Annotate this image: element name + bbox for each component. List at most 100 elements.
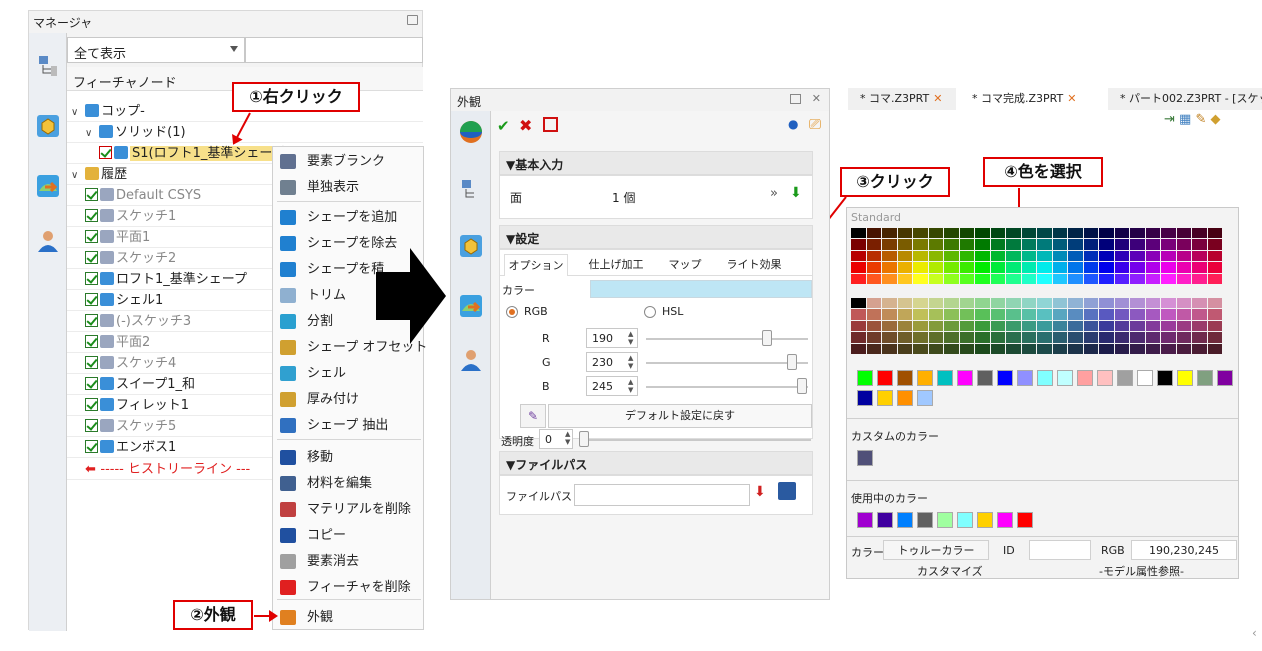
palette-swatch[interactable] — [851, 332, 866, 343]
color-swatch[interactable] — [1017, 370, 1033, 386]
palette-swatch[interactable] — [1099, 273, 1114, 284]
palette-swatch[interactable] — [1176, 250, 1191, 262]
palette-swatch[interactable] — [882, 298, 897, 309]
visibility-checkbox[interactable] — [85, 419, 98, 432]
palette-swatch[interactable] — [990, 239, 1005, 250]
palette-swatch[interactable] — [1068, 343, 1083, 354]
visibility-checkbox[interactable] — [85, 440, 98, 453]
close-icon[interactable]: ✕ — [812, 92, 821, 105]
pencil-icon[interactable]: ✎ — [1195, 112, 1206, 127]
ok-icon[interactable]: ✔ — [497, 117, 510, 135]
color-swatch[interactable] — [1217, 370, 1233, 386]
color-swatch[interactable] — [1037, 370, 1053, 386]
palette-swatch[interactable] — [1130, 250, 1145, 262]
palette-swatch[interactable] — [1099, 309, 1114, 320]
color-swatch[interactable] — [997, 370, 1013, 386]
palette-swatch[interactable] — [897, 262, 912, 273]
palette-swatch[interactable] — [1161, 309, 1176, 320]
palette-swatch[interactable] — [1145, 320, 1160, 332]
palette-swatch[interactable] — [928, 332, 943, 343]
menu-item[interactable]: 要素消去 — [273, 549, 423, 574]
palette-swatch[interactable] — [851, 273, 866, 284]
palette-swatch[interactable] — [975, 273, 990, 284]
close-icon[interactable]: ✕ — [933, 92, 942, 105]
visibility-checkbox[interactable] — [85, 377, 98, 390]
palette-swatch[interactable] — [1052, 228, 1067, 239]
palette-swatch[interactable] — [1083, 332, 1098, 343]
palette-swatch[interactable] — [1207, 309, 1222, 320]
import-icon[interactable] — [458, 293, 484, 319]
palette-swatch[interactable] — [1145, 228, 1160, 239]
palette-swatch[interactable] — [1021, 228, 1036, 239]
palette-swatch[interactable] — [1037, 343, 1052, 354]
palette-swatch[interactable] — [882, 343, 897, 354]
palette-swatch[interactable] — [882, 309, 897, 320]
palette-swatch[interactable] — [1052, 250, 1067, 262]
model-attribute-ref-label[interactable]: -モデル属性参照- — [1099, 563, 1184, 579]
palette-swatch[interactable] — [959, 309, 974, 320]
palette-swatch[interactable] — [1192, 298, 1207, 309]
chevron-down-icon[interactable]: ∨ — [71, 165, 81, 186]
color-swatch[interactable] — [1097, 370, 1113, 386]
palette-swatch[interactable] — [1176, 309, 1191, 320]
r-slider-thumb[interactable] — [761, 330, 772, 346]
palette-swatch[interactable] — [1114, 320, 1129, 332]
palette-swatch[interactable] — [882, 262, 897, 273]
palette-swatch[interactable] — [1130, 343, 1145, 354]
b-slider-track[interactable] — [646, 386, 808, 388]
palette-swatch[interactable] — [959, 343, 974, 354]
palette-swatch[interactable] — [882, 239, 897, 250]
palette-swatch[interactable] — [882, 273, 897, 284]
cancel-icon[interactable]: ✖ — [519, 116, 532, 135]
palette-swatch[interactable] — [866, 273, 881, 284]
doc-tab[interactable]: * コマ.Z3PRT ✕ — [848, 88, 956, 110]
palette-swatch[interactable] — [1114, 262, 1129, 273]
transparency-slider-track[interactable] — [581, 439, 811, 441]
palette-swatch[interactable] — [1068, 273, 1083, 284]
visibility-checkbox[interactable] — [85, 272, 98, 285]
color-swatch[interactable] — [1077, 370, 1093, 386]
palette-swatch[interactable] — [928, 250, 943, 262]
palette-swatch[interactable] — [1161, 273, 1176, 284]
palette-swatch[interactable] — [1052, 343, 1067, 354]
basic-input-section[interactable]: ▼基本入力 — [499, 151, 813, 175]
palette-swatch[interactable] — [913, 298, 928, 309]
palette-swatch[interactable] — [990, 262, 1005, 273]
view-icon[interactable] — [35, 113, 61, 139]
color-swatch[interactable] — [917, 370, 933, 386]
palette-swatch[interactable] — [1099, 332, 1114, 343]
palette-swatch[interactable] — [851, 343, 866, 354]
color-swatch[interactable] — [857, 512, 873, 528]
palette-swatch[interactable] — [913, 332, 928, 343]
palette-swatch[interactable] — [1145, 343, 1160, 354]
palette-swatch[interactable] — [1176, 273, 1191, 284]
palette-swatch[interactable] — [1037, 273, 1052, 284]
palette-swatch[interactable] — [1207, 262, 1222, 273]
palette-swatch[interactable] — [975, 332, 990, 343]
color-swatch[interactable] — [977, 370, 993, 386]
palette-swatch[interactable] — [866, 298, 881, 309]
b-spinner-icon[interactable]: ▲ ▼ — [628, 378, 636, 396]
color-swatch[interactable] — [1137, 370, 1153, 386]
palette-swatch[interactable] — [990, 250, 1005, 262]
palette-swatch[interactable] — [944, 250, 959, 262]
palette-swatch[interactable] — [1068, 250, 1083, 262]
palette-swatch[interactable] — [913, 228, 928, 239]
color-swatch[interactable] — [1157, 370, 1173, 386]
customize-label[interactable]: カスタマイズ — [917, 563, 983, 579]
palette-swatch[interactable] — [1021, 320, 1036, 332]
color-swatch[interactable] — [877, 512, 893, 528]
palette-swatch[interactable] — [1161, 228, 1176, 239]
color-swatch[interactable] — [1197, 370, 1213, 386]
settings-section[interactable]: ▼設定 — [499, 225, 813, 249]
menu-item[interactable]: シェル — [273, 361, 423, 386]
palette-swatch[interactable] — [1083, 239, 1098, 250]
color-swatch[interactable] — [957, 370, 973, 386]
palette-swatch[interactable] — [1145, 332, 1160, 343]
palette-swatch[interactable] — [975, 309, 990, 320]
g-slider-thumb[interactable] — [787, 354, 798, 370]
color-swatch[interactable] — [857, 370, 873, 386]
menu-item[interactable]: 単独表示 — [273, 175, 423, 200]
palette-swatch[interactable] — [897, 239, 912, 250]
palette-swatch[interactable] — [1161, 320, 1176, 332]
